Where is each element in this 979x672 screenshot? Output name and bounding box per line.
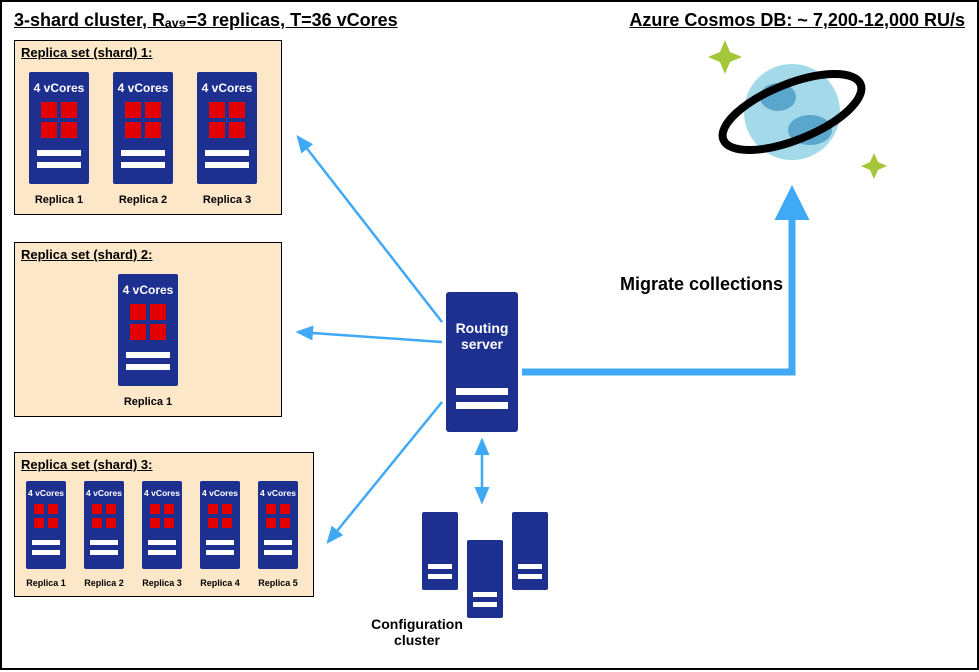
svg-text:4 vCores: 4 vCores [123,283,174,297]
shard-1-replica-1: 4 vCores Replica 1 [21,64,97,206]
shard-1-box: Replica set (shard) 1: 4 vCores Replica … [14,40,282,215]
replica-caption: Replica 3 [142,578,182,588]
replica-caption: Replica 5 [258,578,298,588]
routing-server-icon [446,292,518,432]
migrate-label: Migrate collections [620,274,783,295]
server-icon: 4 vCores [79,476,129,576]
server-icon: 4 vCores [253,476,303,576]
replica-caption: Replica 1 [26,578,66,588]
shard-3-replica-1: 4 vCores Replica 1 [21,476,71,588]
shard-3-box: Replica set (shard) 3: 4 vCores Replica … [14,452,314,597]
shard-3-replica-3: 4 vCores Replica 3 [137,476,187,588]
shard-3-replica-2: 4 vCores Replica 2 [79,476,129,588]
replica-caption: Replica 2 [119,194,167,206]
diagram-canvas: 3-shard cluster, Rₐᵥ₉=3 replicas, T=36 v… [0,0,979,670]
title-left: 3-shard cluster, Rₐᵥ₉=3 replicas, T=36 v… [14,10,398,31]
server-icon: 4 vCores [105,64,181,192]
server-icon: 4 vCores [21,64,97,192]
shard-3-label: Replica set (shard) 3: [21,457,307,472]
arrow-to-shard2 [298,332,442,342]
svg-text:4 vCores: 4 vCores [202,488,238,498]
svg-text:4 vCores: 4 vCores [260,488,296,498]
cosmos-db-icon [708,40,887,179]
shard-2-label: Replica set (shard) 2: [21,247,275,262]
svg-text:4 vCores: 4 vCores [28,488,64,498]
shard-1-replica-3: 4 vCores Replica 3 [189,64,265,206]
shard-2-replica-1: 4 vCores Replica 1 [110,266,186,408]
svg-text:4 vCores: 4 vCores [202,81,253,95]
shard-2-box: Replica set (shard) 2: 4 vCores Replica … [14,242,282,417]
server-icon: 4 vCores [110,266,186,394]
shard-3-replica-4: 4 vCores Replica 4 [195,476,245,588]
server-icon: 4 vCores [195,476,245,576]
server-icon: 4 vCores [189,64,265,192]
shard-1-label: Replica set (shard) 1: [21,45,275,60]
replica-caption: Replica 1 [35,194,83,206]
config-cluster-label: Configuration cluster [362,616,472,648]
shard-3-replica-5: 4 vCores Replica 5 [253,476,303,588]
arrow-to-shard3 [328,402,442,542]
config-cluster-icon [422,512,548,618]
server-icon: 4 vCores [21,476,71,576]
server-icon: 4 vCores [137,476,187,576]
vcores-text: 4 vCores [34,81,85,95]
replica-caption: Replica 1 [124,396,172,408]
replica-caption: Replica 4 [200,578,240,588]
svg-text:4 vCores: 4 vCores [86,488,122,498]
svg-text:4 vCores: 4 vCores [118,81,169,95]
shard-2-replicas: 4 vCores Replica 1 [21,266,275,408]
svg-text:4 vCores: 4 vCores [144,488,180,498]
shard-3-replicas: 4 vCores Replica 1 4 vCores Replica 2 [21,476,307,588]
title-right: Azure Cosmos DB: ~ 7,200-12,000 RU/s [629,10,965,31]
shard-1-replicas: 4 vCores Replica 1 4 vCores Replica 2 [21,64,275,206]
replica-caption: Replica 2 [84,578,124,588]
arrow-to-shard1 [298,137,442,322]
replica-caption: Replica 3 [203,194,251,206]
shard-1-replica-2: 4 vCores Replica 2 [105,64,181,206]
routing-server-label: Routing server [447,320,517,352]
